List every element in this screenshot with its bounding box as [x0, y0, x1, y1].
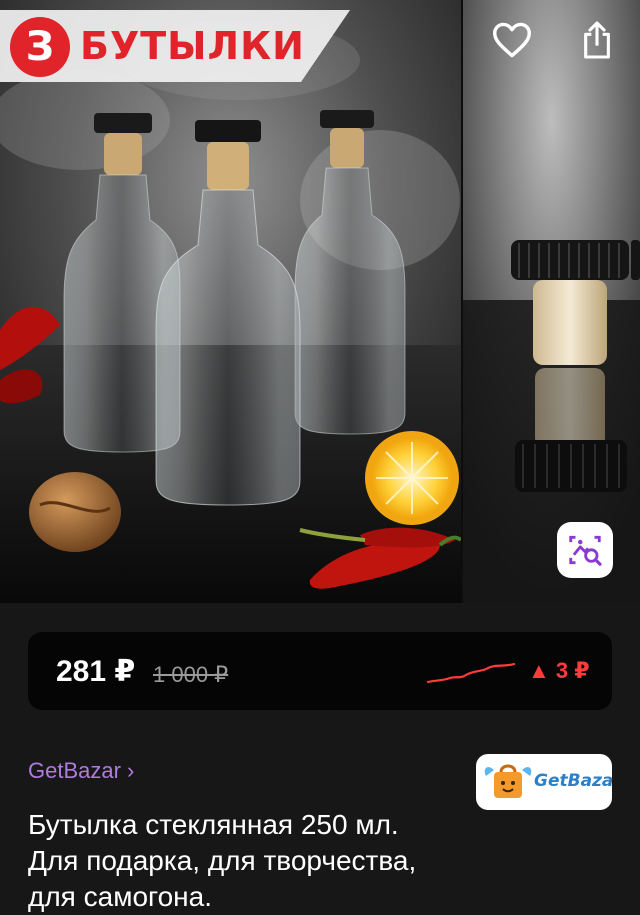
- product-title: Бутылка стеклянная 250 мл. Для подарка, …: [28, 808, 417, 912]
- brand-logo-icon: З: [10, 17, 70, 77]
- price-change: ▲ 3 ₽: [528, 658, 590, 683]
- old-price: 1 000 ₽: [153, 662, 229, 687]
- price-trend-sparkline: [426, 662, 516, 684]
- product-photo-main[interactable]: З БУТЫЛКИ: [0, 0, 461, 603]
- visual-search-button[interactable]: [557, 522, 613, 578]
- product-photo-next[interactable]: [463, 0, 640, 603]
- brand-name: БУТЫЛКИ: [80, 24, 305, 68]
- current-price: 281 ₽: [56, 655, 136, 688]
- shopping-bag-mascot-icon: [484, 764, 532, 798]
- seller-link[interactable]: GetBazar ›: [28, 758, 134, 784]
- image-search-icon: [569, 535, 602, 566]
- heart-outline-icon: [492, 22, 531, 58]
- product-image-gallery[interactable]: З БУТЫЛКИ: [0, 0, 640, 603]
- seller-logo-text: GetBazar: [534, 771, 612, 791]
- favorite-button[interactable]: [489, 17, 535, 63]
- share-button[interactable]: [574, 17, 620, 63]
- seller-logo[interactable]: GetBazar: [476, 754, 612, 810]
- price-card[interactable]: 281 ₽ 1 000 ₽ ▲ 3 ₽: [28, 632, 612, 710]
- share-upload-icon: [584, 21, 610, 59]
